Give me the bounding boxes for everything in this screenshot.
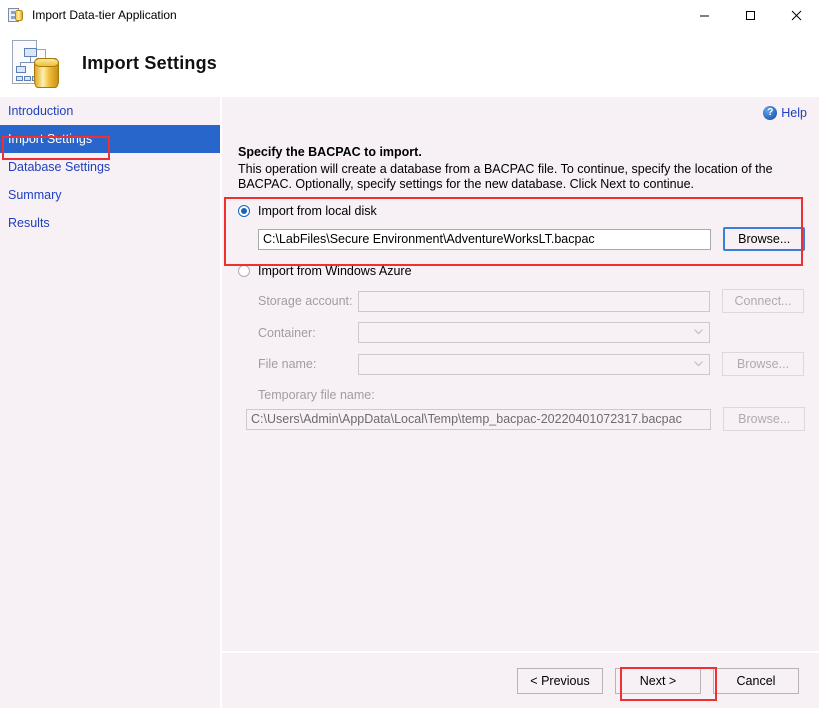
page-header: Import Settings [0, 30, 819, 97]
page-title: Import Settings [82, 53, 218, 73]
sidebar-item-label: Results [8, 216, 50, 230]
browse-local-disk-button[interactable]: Browse... [723, 227, 805, 251]
temporary-file-name-input[interactable]: C:\Users\Admin\AppData\Local\Temp\temp_b… [246, 408, 712, 430]
datatier-app-icon [8, 7, 24, 23]
import-windows-azure-option[interactable]: Import from Windows Azure [238, 264, 805, 278]
wizard-content-pane: ? Help Specify the BACPAC to import. Thi… [220, 97, 819, 708]
import-settings-icon [10, 38, 64, 90]
sidebar-item-label: Introduction [8, 104, 74, 118]
file-name-row: File name: Browse... [258, 352, 805, 376]
sidebar-item-label: Import Settings [8, 132, 93, 146]
import-settings-form: Specify the BACPAC to import. This opera… [238, 145, 805, 431]
form-heading: Specify the BACPAC to import. [238, 145, 422, 159]
local-disk-path-row: C:\LabFiles\Secure Environment\Adventure… [258, 227, 805, 251]
temporary-file-name-label: Temporary file name: [258, 388, 375, 402]
container-label: Container: [258, 325, 316, 340]
sidebar-item-introduction[interactable]: Introduction [0, 97, 220, 125]
chevron-down-icon [694, 360, 703, 369]
close-button[interactable] [773, 0, 819, 30]
form-description: This operation will create a database fr… [238, 162, 773, 191]
help-link[interactable]: ? Help [763, 106, 807, 120]
wizard-body: Introduction Import Settings Database Se… [0, 97, 819, 708]
container-select[interactable] [358, 322, 710, 343]
help-label: Help [781, 106, 807, 120]
import-local-disk-option[interactable]: Import from local disk [238, 204, 805, 218]
browse-temporary-file-button[interactable]: Browse... [723, 407, 805, 431]
radio-local-disk[interactable] [238, 205, 250, 217]
title-bar: Import Data-tier Application [0, 0, 819, 30]
radio-windows-azure[interactable] [238, 265, 250, 277]
browse-azure-file-button[interactable]: Browse... [722, 352, 804, 376]
storage-account-input[interactable] [358, 290, 710, 312]
wizard-footer: < Previous Next > Cancel [222, 653, 819, 708]
sidebar-item-results[interactable]: Results [0, 209, 220, 237]
temporary-file-name-row: C:\Users\Admin\AppData\Local\Temp\temp_b… [246, 407, 805, 431]
radio-windows-azure-label: Import from Windows Azure [258, 264, 412, 278]
storage-account-row: Storage account: Connect... [258, 289, 805, 313]
window-title: Import Data-tier Application [32, 8, 177, 22]
local-disk-path-input[interactable]: C:\LabFiles\Secure Environment\Adventure… [258, 228, 712, 250]
sidebar-item-label: Database Settings [8, 160, 111, 174]
storage-account-label: Storage account: [258, 294, 353, 308]
sidebar-item-summary[interactable]: Summary [0, 181, 220, 209]
chevron-down-icon [694, 329, 703, 337]
help-icon: ? [763, 106, 778, 120]
sidebar-item-database-settings[interactable]: Database Settings [0, 153, 220, 181]
sidebar-item-label: Summary [8, 188, 62, 202]
container-row: Container: [258, 322, 805, 343]
file-name-label: File name: [258, 357, 317, 371]
minimize-button[interactable] [681, 0, 727, 30]
cancel-button[interactable]: Cancel [713, 667, 799, 694]
connect-button[interactable]: Connect... [722, 289, 804, 313]
previous-button[interactable]: < Previous [517, 667, 603, 694]
maximize-button[interactable] [727, 0, 773, 30]
file-name-select[interactable] [358, 353, 710, 375]
next-button[interactable]: Next > [615, 667, 701, 694]
sidebar-item-import-settings[interactable]: Import Settings [0, 125, 220, 153]
window-controls [681, 0, 819, 30]
radio-local-disk-label: Import from local disk [258, 204, 377, 218]
wizard-steps-sidebar: Introduction Import Settings Database Se… [0, 97, 220, 708]
